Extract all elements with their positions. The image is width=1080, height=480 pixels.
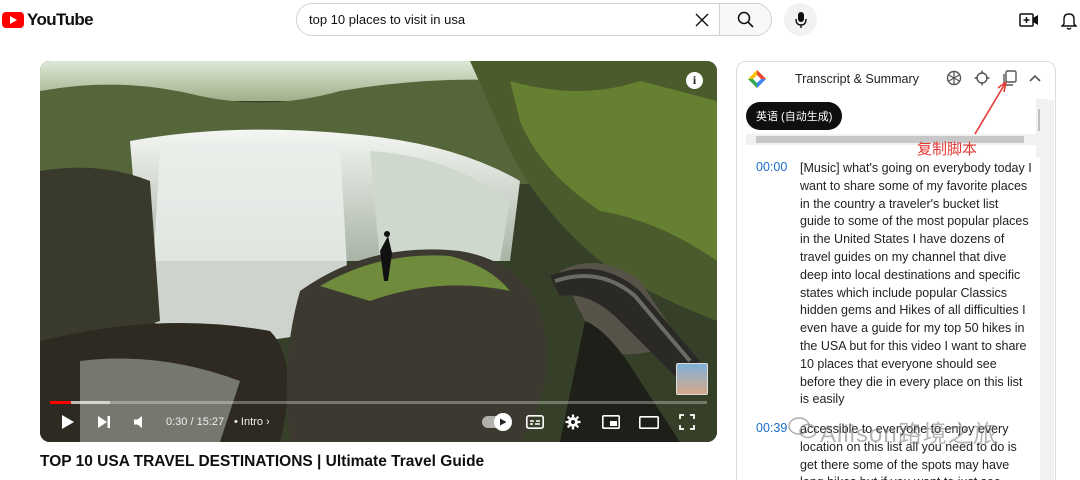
create-video-icon[interactable] <box>1018 9 1040 31</box>
notifications-bell-icon[interactable] <box>1058 9 1080 31</box>
wechat-watermark-icon <box>788 417 817 439</box>
extension-logo-icon <box>748 70 766 88</box>
next-video-icon[interactable] <box>94 412 114 432</box>
autoplay-toggle[interactable] <box>482 413 512 431</box>
collapse-chevron-up-icon[interactable] <box>1026 69 1044 87</box>
autoplay-play-icon <box>500 418 507 426</box>
autoplay-knob <box>494 413 512 431</box>
microphone-icon <box>794 11 807 28</box>
fullscreen-icon[interactable] <box>677 412 697 432</box>
watermark-text: Allison路境之旅 <box>820 421 998 448</box>
youtube-logo[interactable]: YouTube <box>2 10 94 30</box>
theater-mode-icon[interactable] <box>639 412 659 432</box>
progress-played <box>50 401 72 404</box>
youtube-watch-page: YouTube top 10 places to visit in usa i … <box>0 0 1080 480</box>
chapter-link[interactable]: • Intro › <box>234 416 270 428</box>
top-header: YouTube <box>0 0 1080 40</box>
info-icon[interactable]: i <box>686 72 703 89</box>
language-chip[interactable]: 英语 (自动生成) <box>746 102 843 130</box>
channel-avatar-thumbnail[interactable] <box>676 363 708 395</box>
youtube-play-logo-icon <box>2 12 24 28</box>
settings-gear-icon[interactable] <box>563 412 583 432</box>
subtitles-icon[interactable] <box>525 412 545 432</box>
horizontal-scrollbar[interactable] <box>746 134 1036 145</box>
miniplayer-icon[interactable] <box>601 412 621 432</box>
segment-timestamp[interactable]: 00:00 <box>756 160 787 174</box>
transcript-scrollbar[interactable] <box>1040 100 1054 480</box>
play-icon[interactable] <box>58 412 78 432</box>
voice-search-button[interactable] <box>784 3 817 36</box>
clear-search-icon[interactable] <box>685 4 719 35</box>
copy-transcript-icon[interactable] <box>1000 69 1018 87</box>
segment-text: [Music] what's going on everybody today … <box>800 161 1032 407</box>
chapter-label: Intro <box>240 416 263 428</box>
volume-icon[interactable] <box>131 412 151 432</box>
search-input[interactable] <box>297 4 685 35</box>
video-frame-waterfall <box>40 61 717 442</box>
jump-to-current-icon[interactable] <box>973 69 991 87</box>
player-controls: 0:30 / 15:27 • Intro › <box>40 407 717 437</box>
video-title: TOP 10 USA TRAVEL DESTINATIONS | Ultimat… <box>40 453 485 470</box>
progress-bar[interactable] <box>50 401 707 404</box>
language-row: 英语 (自动生成) <box>746 99 1036 145</box>
chatgpt-summary-icon[interactable] <box>945 69 963 87</box>
segment-timestamp[interactable]: 00:39 <box>756 421 787 435</box>
time-display: 0:30 / 15:27 <box>166 416 225 428</box>
logo-text: YouTube <box>27 10 94 29</box>
search-button[interactable] <box>719 4 771 35</box>
panel-header: Transcript & Summary <box>737 62 1055 94</box>
panel-title: Transcript & Summary <box>795 72 919 86</box>
horizontal-scrollbar-thumb[interactable] <box>756 136 1024 143</box>
copy-transcript-annotation: 复制脚本 <box>917 141 978 158</box>
video-player[interactable]: i 0:30 / 15:27 • Intro › <box>40 61 717 442</box>
search-icon <box>737 11 754 28</box>
search-bar <box>296 3 772 36</box>
